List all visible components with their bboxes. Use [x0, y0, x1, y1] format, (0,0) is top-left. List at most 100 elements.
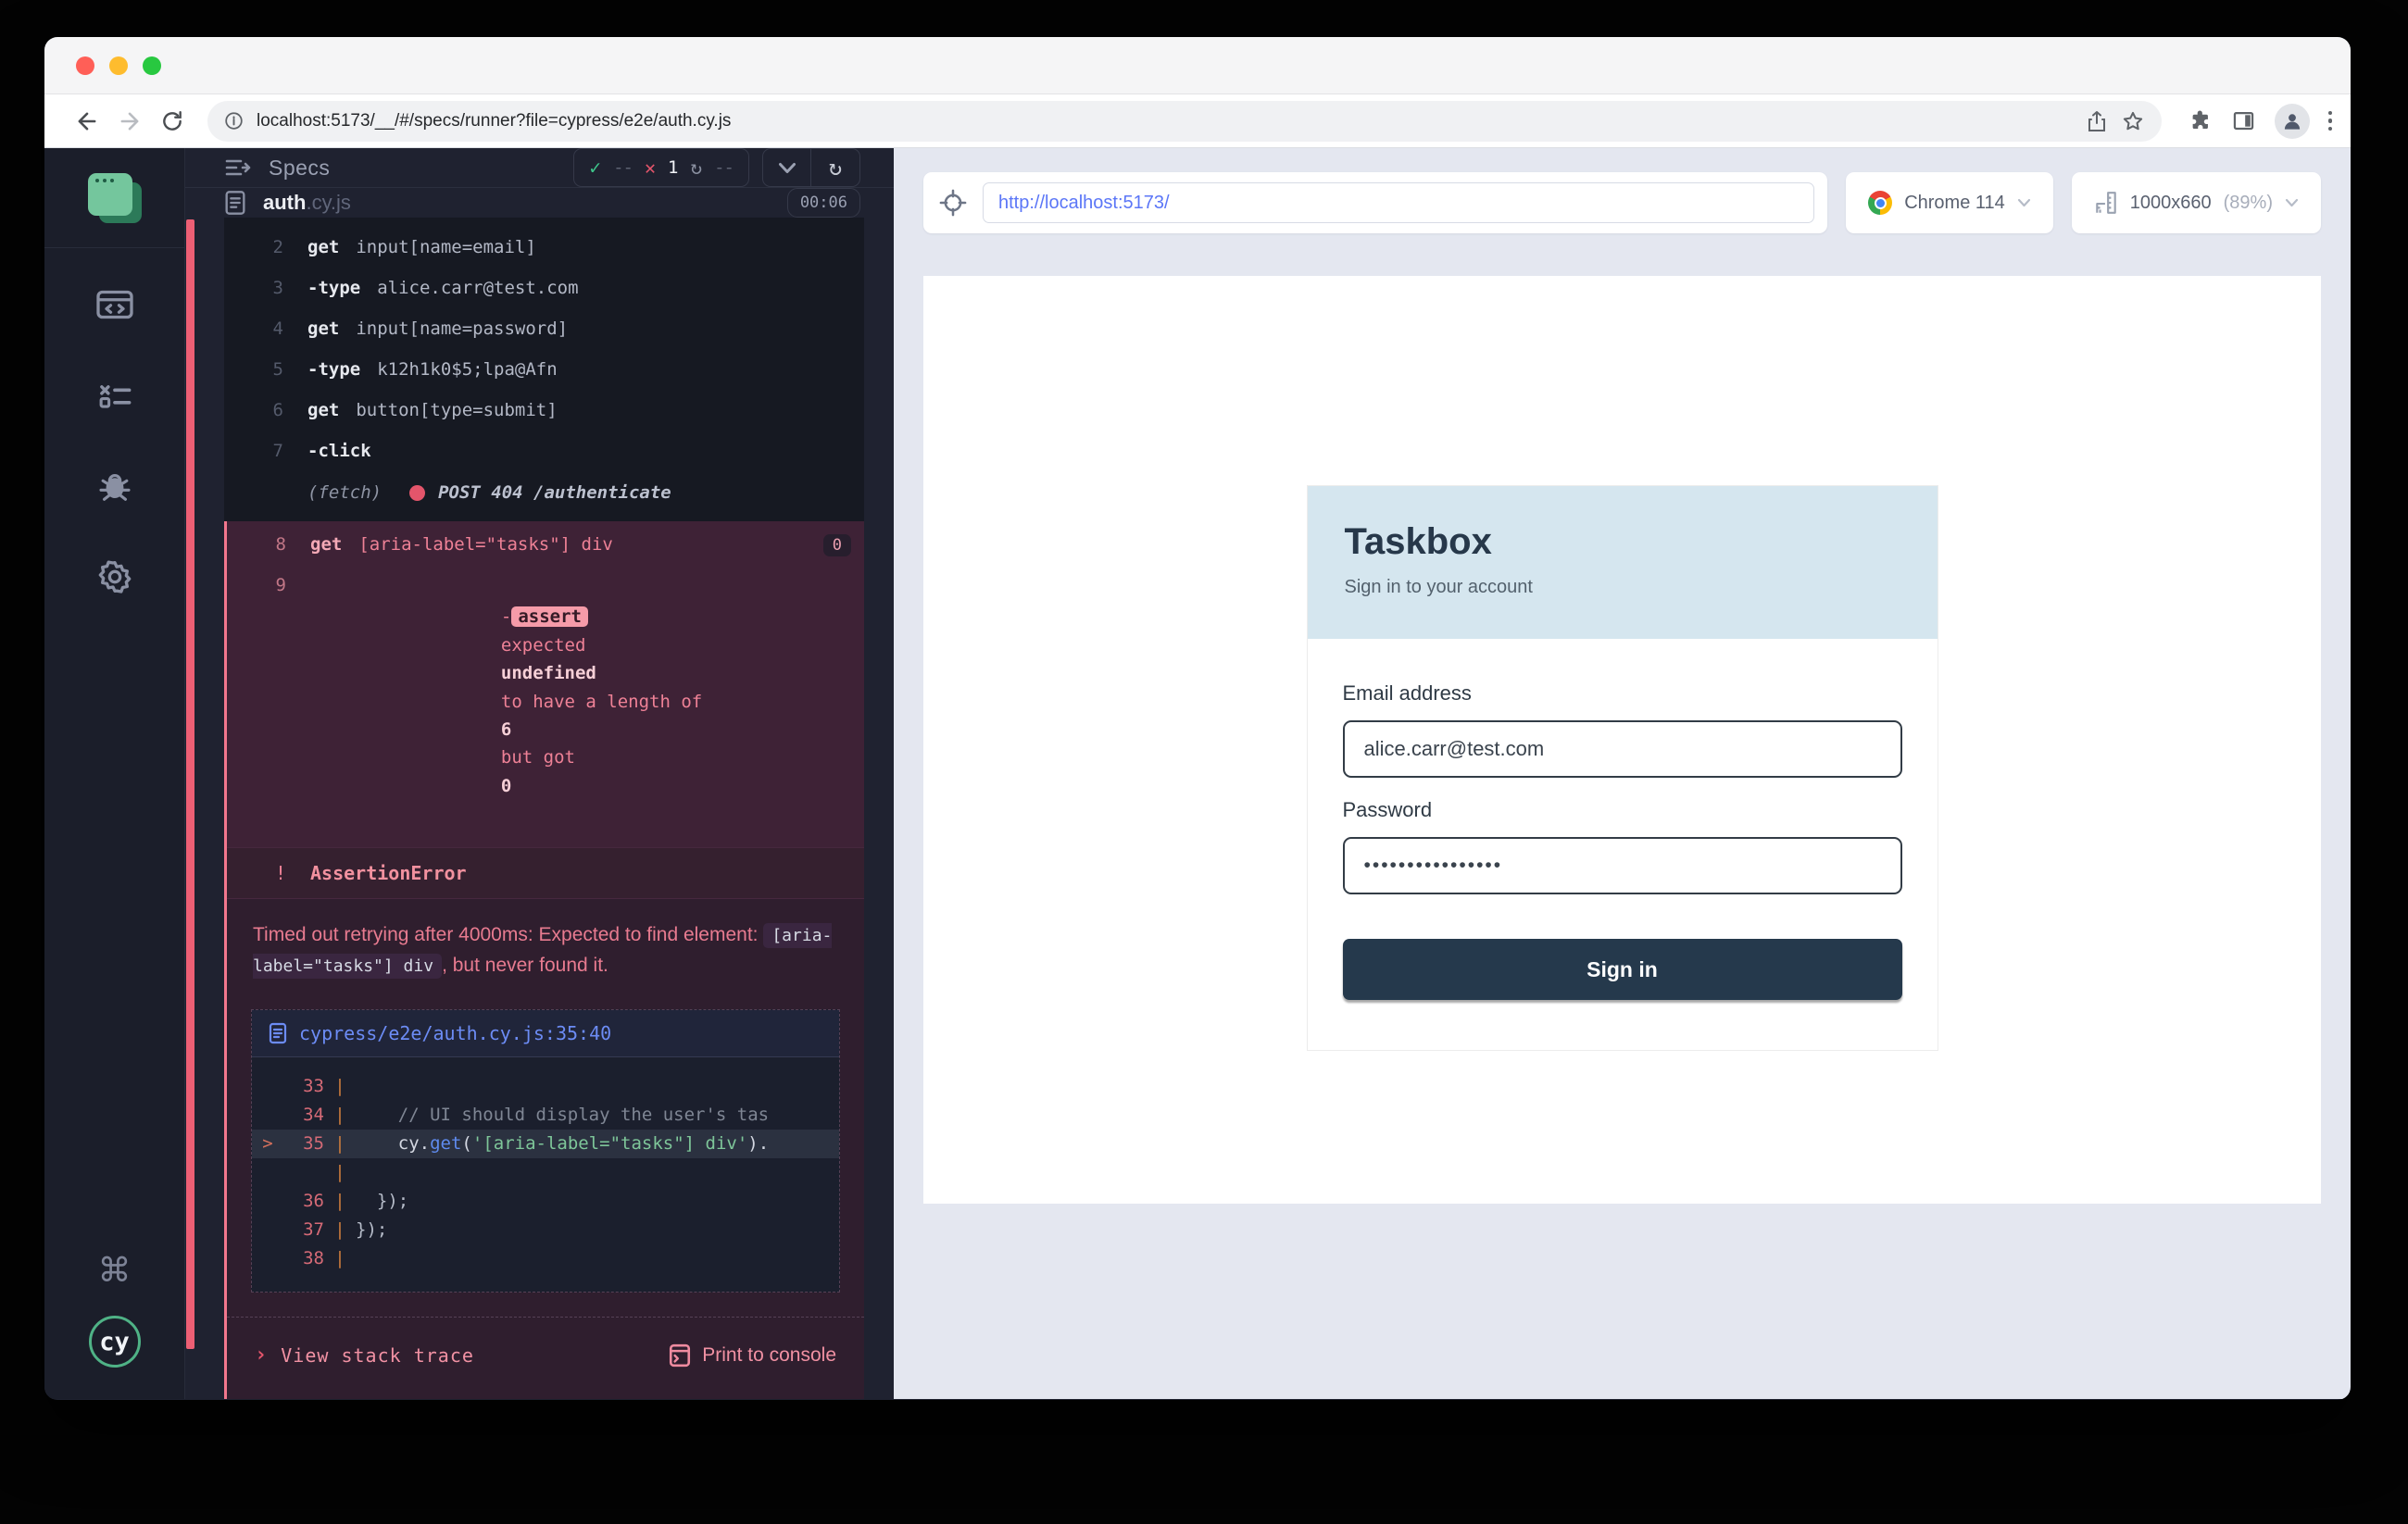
error-bang: !: [227, 862, 286, 884]
command-name: get: [307, 237, 339, 257]
command-message: button[type=submit]: [356, 400, 557, 420]
failed-request-dot-icon: [409, 485, 425, 501]
taskbox-subtitle: Sign in to your account: [1345, 577, 1900, 598]
spec-duration-badge: 00:06: [787, 188, 860, 218]
network-type: (fetch): [307, 482, 382, 503]
browser-window: localhost:5173/__/#/specs/runner?file=cy…: [44, 37, 2351, 1400]
command-message: [aria-label="tasks"] div: [358, 534, 613, 555]
spec-row[interactable]: auth.cy.js 00:06: [185, 188, 894, 218]
command-message: alice.carr@test.com: [377, 278, 578, 298]
ruler-icon: [2094, 190, 2118, 216]
email-field[interactable]: [1343, 720, 1902, 778]
failed-assert-row[interactable]: 9 -assert expected undefined to have a l…: [227, 566, 864, 838]
reporter-header: Specs ✓ -- ✕ 1 ↻ -- ↻: [185, 148, 894, 188]
command-number: 7: [224, 441, 283, 461]
command-key-icon: ⌘: [98, 1254, 132, 1287]
command-row[interactable]: 2 getinput[name=email]: [224, 227, 864, 268]
command-row[interactable]: 3 -type alice.carr@test.com: [224, 268, 864, 308]
command-number: 3: [224, 278, 283, 298]
view-stack-trace-label: View stack trace: [281, 1344, 474, 1367]
command-log: 2 getinput[name=email] 3 -type alice.carr…: [185, 218, 894, 1399]
command-name: -type: [307, 278, 360, 298]
url-text[interactable]: localhost:5173/__/#/specs/runner?file=cy…: [257, 111, 2073, 131]
aut-url-container: [923, 172, 1827, 233]
cypress-logo[interactable]: cy: [89, 1316, 141, 1368]
app-switcher[interactable]: [44, 148, 184, 248]
assert-text: expected: [501, 635, 586, 656]
address-bar[interactable]: localhost:5173/__/#/specs/runner?file=cy…: [207, 101, 2162, 142]
assert-text: to have a length of: [501, 692, 702, 712]
passed-icon: ✓: [589, 156, 601, 179]
command-name: -type: [307, 359, 360, 380]
chevron-down-icon: [2017, 198, 2031, 207]
code-frame-file-link[interactable]: cypress/e2e/auth.cy.js:35:40: [299, 1022, 611, 1044]
code-line-highlighted: >35| cy.get('[aria-label="tasks"] div').: [252, 1130, 839, 1158]
specs-menu-icon[interactable]: [224, 156, 252, 179]
cypress-sidebar: ⌘ cy: [44, 148, 185, 1399]
viewport-selector[interactable]: 1000x660 (89%): [2072, 172, 2321, 233]
print-to-console-button[interactable]: Print to console: [669, 1343, 836, 1368]
selector-playground-button[interactable]: [923, 189, 983, 217]
spec-file-icon: [224, 190, 246, 216]
command-number: 8: [227, 534, 286, 555]
code-frame-header[interactable]: cypress/e2e/auth.cy.js:35:40: [252, 1010, 839, 1057]
aut-url-input[interactable]: [983, 182, 1814, 223]
reload-button[interactable]: [154, 103, 191, 140]
command-number: 9: [227, 575, 286, 595]
browser-menu-button[interactable]: [2328, 111, 2333, 131]
side-panel-icon[interactable]: [2231, 108, 2256, 133]
command-message: k12h1k0$5;lpa@Afn: [377, 359, 557, 380]
error-panel: ! AssertionError Timed out retrying afte…: [227, 847, 864, 1399]
network-event-row[interactable]: (fetch) POST 404 /authenticate: [224, 471, 864, 514]
spec-ext: .cy.js: [306, 191, 350, 214]
traffic-lights: [76, 56, 161, 75]
collapse-all-button[interactable]: [763, 149, 811, 186]
error-header[interactable]: ! AssertionError: [227, 847, 864, 899]
error-message: Timed out retrying after 4000ms: Expecte…: [227, 899, 864, 989]
close-window-button[interactable]: [76, 56, 94, 75]
command-row[interactable]: 4 getinput[name=password]: [224, 308, 864, 349]
view-stack-trace-link[interactable]: › View stack trace: [255, 1343, 474, 1367]
command-row[interactable]: 7 -click: [224, 431, 864, 471]
extensions-icon[interactable]: [2188, 108, 2213, 133]
sign-in-button[interactable]: Sign in: [1343, 939, 1902, 1000]
command-name: get: [310, 534, 342, 555]
code-line-number: 36: [283, 1187, 324, 1216]
browser-toolbar: localhost:5173/__/#/specs/runner?file=cy…: [44, 94, 2351, 148]
failed-count: 1: [668, 157, 678, 178]
error-title: AssertionError: [310, 862, 467, 884]
titlebar: [44, 37, 2351, 94]
code-line-number: 33: [283, 1072, 324, 1101]
sidebar-item-runs[interactable]: [94, 374, 136, 417]
site-info-icon[interactable]: [224, 111, 244, 131]
back-button[interactable]: [69, 103, 106, 140]
minimize-window-button[interactable]: [109, 56, 128, 75]
assert-badge: assert: [511, 606, 588, 627]
code-error-arrow: >: [252, 1130, 283, 1158]
bookmark-star-icon[interactable]: [2121, 109, 2145, 133]
code-line: });: [356, 1216, 387, 1244]
sidebar-item-debug[interactable]: [94, 465, 136, 507]
keyboard-shortcuts-button[interactable]: ⌘: [94, 1249, 136, 1292]
test-stats[interactable]: ✓ -- ✕ 1 ↻ --: [573, 148, 749, 187]
signin-form: Email address Password Sign in: [1308, 639, 1938, 1050]
forward-button[interactable]: [111, 103, 148, 140]
zoom-window-button[interactable]: [143, 56, 161, 75]
sidebar-item-specs[interactable]: [94, 283, 136, 326]
profile-avatar[interactable]: [2275, 104, 2310, 139]
command-row[interactable]: 6 getbutton[type=submit]: [224, 390, 864, 431]
browser-selector[interactable]: Chrome 114: [1846, 172, 2053, 233]
command-list: 2 getinput[name=email] 3 -type alice.carr…: [224, 218, 864, 521]
cypress-app-logo-icon: [88, 173, 142, 223]
rerun-tests-button[interactable]: ↻: [811, 149, 859, 186]
command-number: 6: [224, 400, 283, 420]
password-field[interactable]: [1343, 837, 1902, 894]
toolbar-actions: [2178, 104, 2333, 139]
network-message: POST 404 /authenticate: [438, 482, 671, 503]
share-icon[interactable]: [2086, 109, 2108, 133]
code-line: });: [356, 1187, 408, 1216]
email-label: Email address: [1343, 681, 1902, 706]
failed-command-row[interactable]: 8 get[aria-label="tasks"] div 0: [227, 525, 864, 566]
sidebar-item-settings[interactable]: [94, 556, 136, 598]
command-row[interactable]: 5 -typek12h1k0$5;lpa@Afn: [224, 349, 864, 390]
